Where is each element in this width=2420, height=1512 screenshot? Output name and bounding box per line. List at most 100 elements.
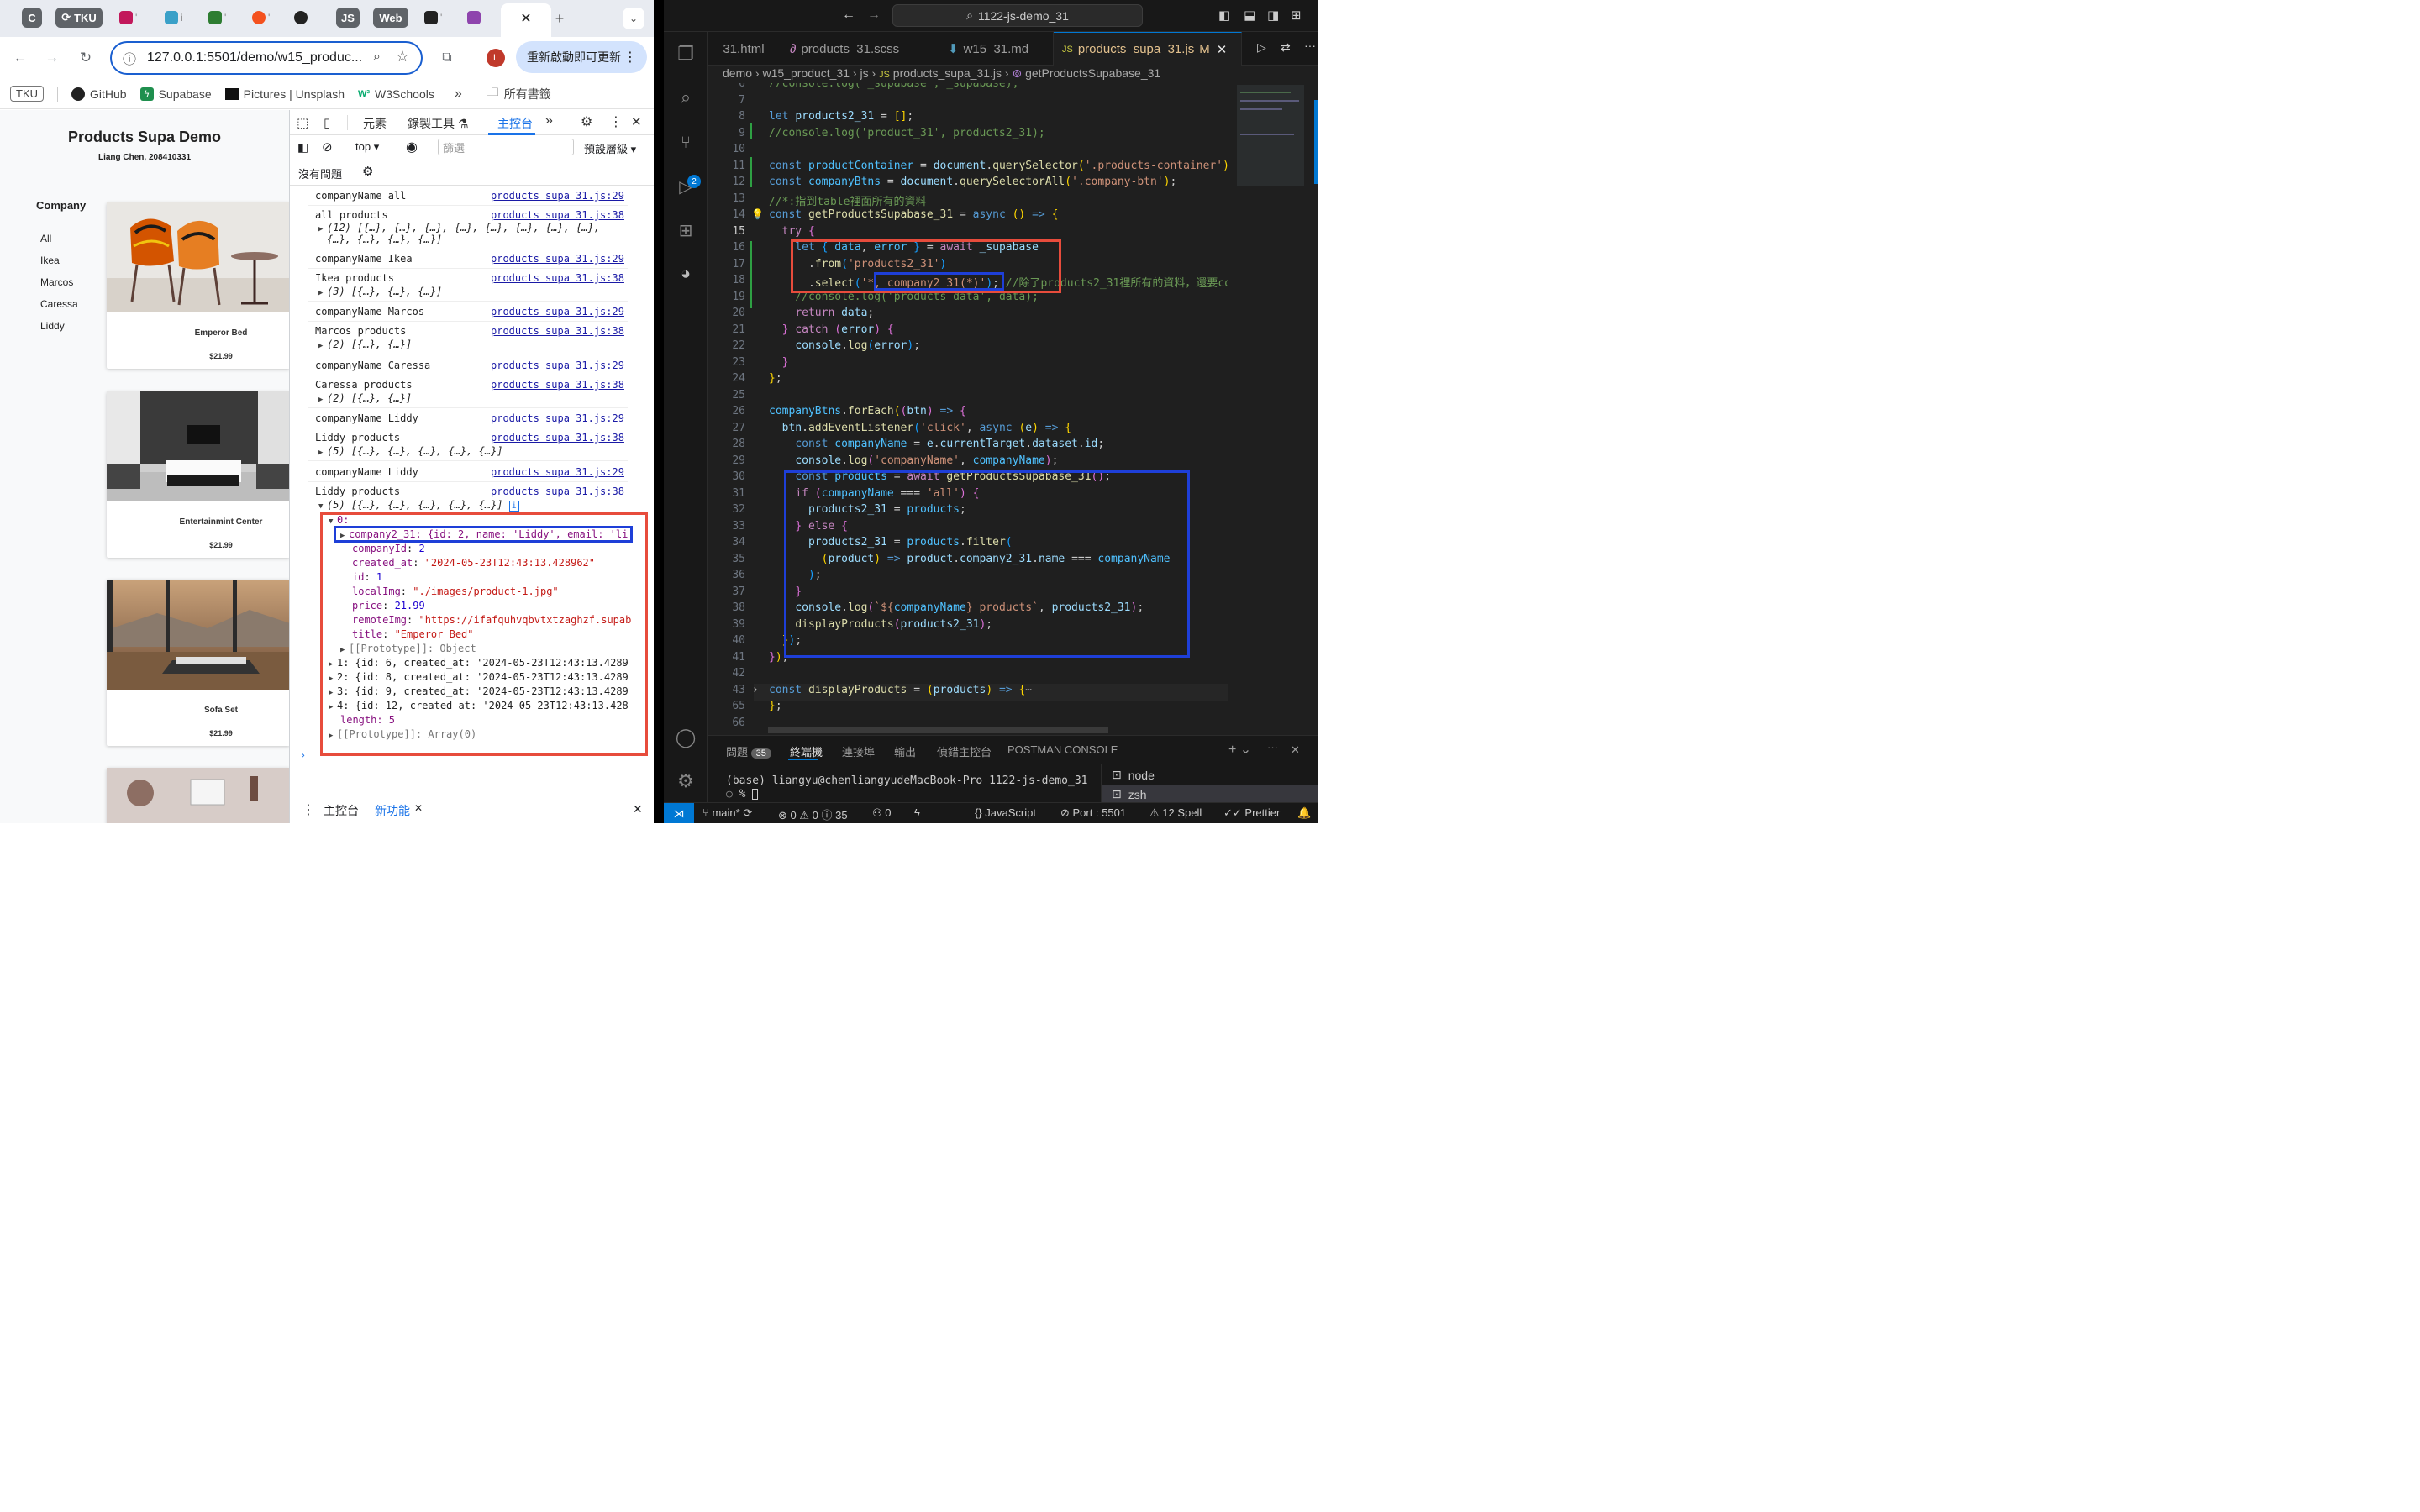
drawer-menu-icon[interactable]: ⋮ xyxy=(302,801,315,818)
sidebar-toggle-icon[interactable]: ◧ xyxy=(297,140,308,155)
log-source-link[interactable]: products supa 31.js:29 xyxy=(491,412,624,424)
company-btn-ikea[interactable]: Ikea xyxy=(40,255,60,266)
tab-favicon-3[interactable]: ' xyxy=(208,8,239,27)
array-expander[interactable]: ▶ (2) [{…}, {…}] xyxy=(318,392,412,404)
tab-favicon-2[interactable]: i xyxy=(165,8,195,27)
company-btn-all[interactable]: All xyxy=(40,233,51,244)
run-debug-icon[interactable]: ▷ xyxy=(674,175,697,198)
close-devtools-icon[interactable]: ✕ xyxy=(631,114,642,129)
console-filter-input[interactable]: 篩選 xyxy=(438,139,574,155)
tab-favicon-6[interactable]: ' xyxy=(424,8,455,27)
address-bar[interactable]: ⓘ 127.0.0.1:5501/demo/w15_produc... ⌕ ☆ xyxy=(110,41,423,75)
all-bookmarks[interactable]: 🗀 所有書籤 xyxy=(487,83,551,104)
company-btn-caressa[interactable]: Caressa xyxy=(40,298,78,310)
array-expander[interactable]: ▶ (2) [{…}, {…}] xyxy=(318,339,412,350)
search-icon[interactable]: ⌕ xyxy=(373,50,381,65)
drawer-tab-whats-new[interactable]: 新功能 xyxy=(375,802,410,819)
breadcrumb-item[interactable]: w15_product_31 xyxy=(762,66,850,80)
close-tab-icon[interactable]: ✕ xyxy=(515,8,537,29)
breadcrumb-item[interactable]: products_supa_31.js xyxy=(893,66,1002,80)
terminal-item-zsh[interactable]: ⊡ zsh xyxy=(1102,785,1318,804)
console-settings-icon[interactable]: ⚙ xyxy=(362,164,373,179)
supabase-extension-icon[interactable]: ◕ xyxy=(674,262,697,286)
source-control-icon[interactable]: ⑂ xyxy=(674,131,697,155)
tab-problems[interactable]: 問題 35 xyxy=(726,743,771,759)
company-btn-marcos[interactable]: Marcos xyxy=(40,276,73,288)
tab-scss[interactable]: ∂ products_31.scss xyxy=(781,32,939,66)
log-source-link[interactable]: products supa 31.js:38 xyxy=(491,209,624,221)
forward-icon[interactable]: → xyxy=(42,48,62,68)
close-drawer-icon[interactable]: ✕ xyxy=(633,802,643,816)
breadcrumb-item[interactable]: js xyxy=(860,66,868,80)
log-source-link[interactable]: products supa 31.js:29 xyxy=(491,466,624,478)
product-card[interactable]: Emperor Bed $21.99 xyxy=(107,202,289,369)
close-tab-icon[interactable]: ✕ xyxy=(1217,42,1228,57)
log-source-link[interactable]: products supa 31.js:29 xyxy=(491,306,624,318)
explorer-icon[interactable]: ❐ xyxy=(674,42,697,66)
customize-layout-icon[interactable]: ⊞ xyxy=(1291,8,1302,23)
product-card[interactable]: Sofa Set $21.99 xyxy=(107,580,289,746)
breadcrumb-item[interactable]: getProductsSupabase_31 xyxy=(1025,66,1160,80)
new-terminal-icon[interactable]: + ⌄ xyxy=(1228,741,1251,758)
tab-debug-console[interactable]: 偵錯主控台 xyxy=(937,743,992,759)
tab-tku[interactable]: ⟳ TKU xyxy=(55,8,103,28)
update-button[interactable]: 重新啟動即可更新 ⋮ xyxy=(516,41,647,73)
tab-elements[interactable]: 元素 xyxy=(363,115,387,132)
console-prompt-icon[interactable]: › xyxy=(300,749,306,761)
compare-changes-icon[interactable]: ⇄ xyxy=(1281,40,1291,55)
bookmark-github[interactable]: GitHub xyxy=(71,87,127,101)
bookmarks-overflow-icon[interactable]: » xyxy=(455,87,462,102)
log-source-link[interactable]: products supa 31.js:38 xyxy=(491,379,624,391)
profile-avatar[interactable]: L xyxy=(487,49,505,67)
remote-icon[interactable]: ⋊ xyxy=(664,803,694,823)
log-levels-select[interactable]: 預設層級 ▾ xyxy=(584,140,636,156)
product-card[interactable] xyxy=(107,768,289,823)
log-source-link[interactable]: products supa 31.js:29 xyxy=(491,360,624,371)
tab-favicon-4[interactable]: ' xyxy=(252,8,282,27)
tab-ports[interactable]: 連接埠 xyxy=(842,743,875,759)
more-actions-icon[interactable]: ··· xyxy=(1267,741,1278,753)
notifications-bell-icon[interactable]: 🔔 xyxy=(1297,806,1311,820)
tab-favicon-5[interactable] xyxy=(294,8,324,27)
more-tabs-icon[interactable]: » xyxy=(545,113,553,129)
tab-js-active[interactable]: JS products_supa_31.js M ✕ xyxy=(1054,32,1242,66)
minimap[interactable] xyxy=(1234,83,1318,735)
log-source-link[interactable]: products supa 31.js:29 xyxy=(491,253,624,265)
forward-icon[interactable]: → xyxy=(867,8,881,23)
tab-recorder[interactable]: 錄製工具 ⚗ xyxy=(408,115,468,132)
tab-html[interactable]: _31.html xyxy=(708,32,781,66)
extensions-icon[interactable]: ⊞ xyxy=(674,218,697,242)
extensions-icon[interactable]: ⧉ xyxy=(437,48,457,68)
language-status[interactable]: {} JavaScript xyxy=(975,806,1036,819)
array-expander[interactable]: ▶ (5) [{…}, {…}, {…}, {…}, {…}] xyxy=(318,445,503,457)
settings-gear-icon[interactable]: ⚙ xyxy=(581,113,592,130)
terminal-prompt[interactable]: ○ % xyxy=(726,788,759,801)
tab-md[interactable]: ⬇ w15_31.md xyxy=(939,32,1054,66)
new-tab-button[interactable]: + xyxy=(549,8,571,29)
tab-c[interactable]: C xyxy=(22,8,42,28)
close-drawer-tab-icon[interactable]: ✕ xyxy=(414,802,423,814)
prettier-status[interactable]: ✓✓ Prettier xyxy=(1223,806,1280,820)
log-source-link[interactable]: products supa 31.js:38 xyxy=(491,432,624,444)
terminal-item-node[interactable]: ⊡ node xyxy=(1102,765,1318,785)
company-btn-liddy[interactable]: Liddy xyxy=(40,320,65,332)
drawer-tab-console[interactable]: 主控台 xyxy=(324,802,359,819)
account-icon[interactable]: ◯ xyxy=(674,726,697,749)
log-source-link[interactable]: products supa 31.js:29 xyxy=(491,190,624,202)
reload-icon[interactable]: ↻ xyxy=(76,48,96,68)
settings-gear-icon[interactable]: ⚙ xyxy=(674,769,697,793)
ports-status[interactable]: ⚇ 0 xyxy=(872,806,892,820)
url-text[interactable]: 127.0.0.1:5501/demo/w15_produc... xyxy=(147,50,362,66)
tab-web[interactable]: Web xyxy=(373,8,408,28)
spell-status[interactable]: ⚠ 12 Spell xyxy=(1150,806,1202,820)
bookmark-unsplash[interactable]: Pictures | Unsplash xyxy=(224,87,345,101)
bookmark-supabase[interactable]: ϟ Supabase xyxy=(139,87,212,101)
more-menu-icon[interactable]: ⋮ xyxy=(609,113,623,130)
run-icon[interactable]: ▷ xyxy=(1257,40,1266,55)
live-server-status[interactable]: ⊘ Port : 5501 xyxy=(1060,806,1126,820)
fold-chevron-icon[interactable]: › xyxy=(752,684,759,696)
tab-output[interactable]: 輸出 xyxy=(894,743,916,759)
tab-terminal[interactable]: 終端機 xyxy=(790,743,823,759)
command-center[interactable]: ⌕ 1122-js-demo_31 xyxy=(892,4,1143,27)
clear-console-icon[interactable]: ⊘ xyxy=(322,139,333,155)
